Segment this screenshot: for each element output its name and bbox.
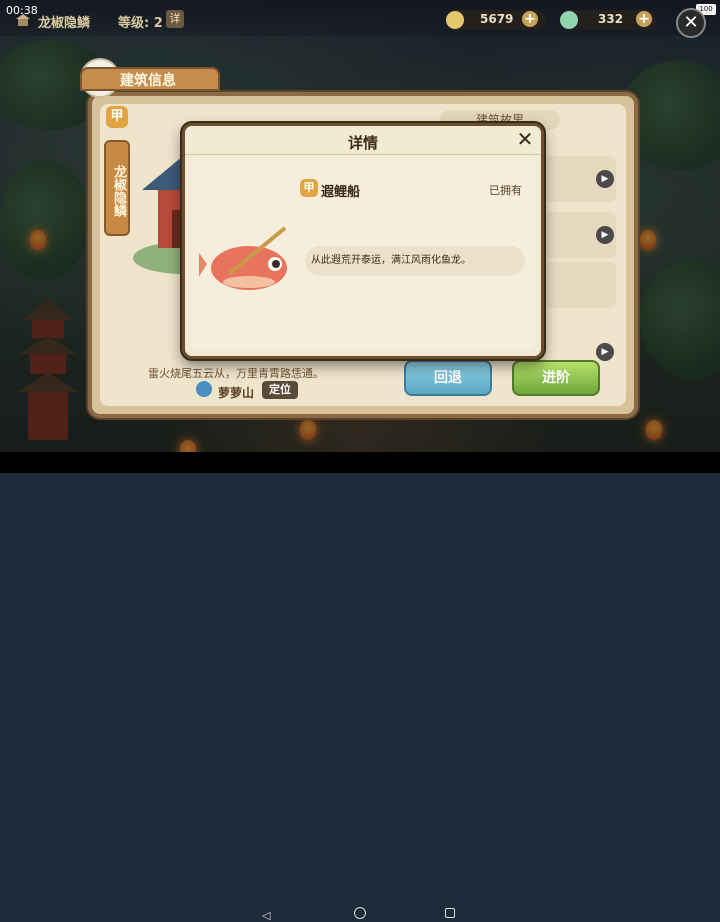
back-button[interactable]: 回退 bbox=[404, 360, 492, 396]
coin-icon bbox=[446, 11, 464, 29]
side-row bbox=[536, 262, 616, 308]
modal-header: 详情 ✕ bbox=[185, 126, 541, 155]
locate-button[interactable]: 定位 bbox=[262, 381, 298, 399]
play-icon[interactable]: ▶ bbox=[596, 170, 614, 188]
modal-title: 详情 bbox=[347, 134, 378, 152]
play-icon[interactable]: ▶ bbox=[596, 226, 614, 244]
play-icon[interactable]: ▶ bbox=[596, 343, 614, 361]
jade-icon bbox=[560, 11, 578, 29]
building-info-tab: 建筑信息 bbox=[80, 67, 220, 91]
coin-value: 5679 bbox=[480, 12, 514, 26]
item-name: 遐鲤船 bbox=[321, 185, 361, 200]
jade-value: 332 bbox=[598, 12, 624, 26]
detail-modal: 详情 ✕ 甲 遐鲤船 已拥有 从此遐荒开泰运，满江风雨化鱼龙。 bbox=[182, 123, 544, 359]
top-bar: 00:38 龙椒隐鳞 等级: 2 详 5679 + 332 + 100 ✕ bbox=[0, 0, 720, 38]
item-description: 从此遐荒开泰运，满江风雨化鱼龙。 bbox=[305, 246, 525, 276]
back-icon[interactable]: ◁ bbox=[262, 909, 270, 922]
building-icon bbox=[16, 14, 30, 26]
add-jade-button[interactable]: + bbox=[636, 11, 652, 27]
advance-button[interactable]: 进阶 bbox=[512, 360, 600, 396]
carp-boat-illustration bbox=[199, 226, 287, 290]
mountain-name: 萝萝山 bbox=[218, 386, 255, 400]
recent-apps-icon[interactable] bbox=[445, 908, 455, 918]
owned-status: 已拥有 bbox=[489, 184, 522, 197]
location-name: 龙椒隐鳞 bbox=[38, 16, 91, 31]
mountain-icon bbox=[196, 381, 212, 397]
level-label: 等级: 2 bbox=[118, 16, 163, 31]
modal-close-button[interactable]: ✕ bbox=[515, 129, 535, 149]
building-verse: 雷火烧尾五云从，万里青霄路恁通。 bbox=[148, 367, 324, 380]
item-rank-badge: 甲 bbox=[300, 179, 318, 197]
home-icon[interactable] bbox=[354, 907, 366, 919]
rank-badge: 甲 bbox=[106, 106, 128, 128]
building-name-vertical: 龙椒隐鳞 bbox=[104, 140, 130, 236]
close-button[interactable]: ✕ bbox=[676, 8, 706, 38]
detail-button[interactable]: 详 bbox=[166, 10, 184, 28]
add-coin-button[interactable]: + bbox=[522, 11, 538, 27]
android-nav-bar: ◁ bbox=[0, 452, 720, 922]
